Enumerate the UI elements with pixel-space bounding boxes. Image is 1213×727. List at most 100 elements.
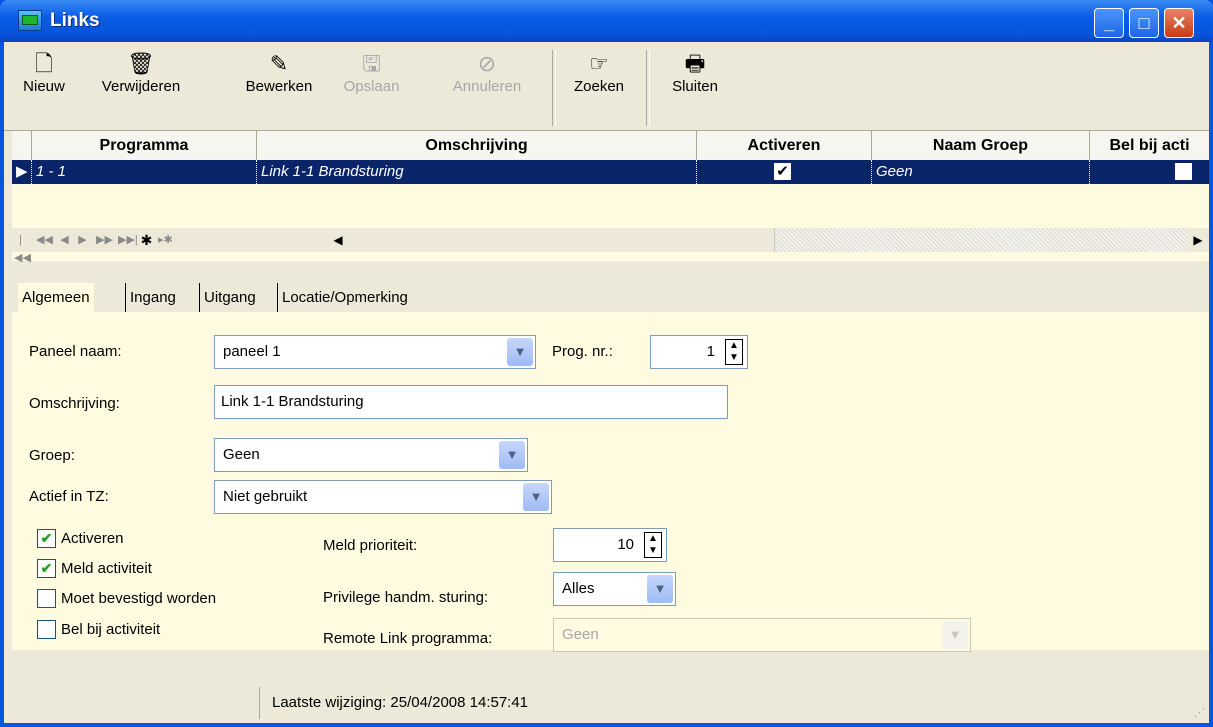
cancel-button-label: Annuleren: [452, 78, 522, 95]
bevestigd-label: Moet bevestigd worden: [61, 590, 217, 607]
navigation-bar: |◀◀ ◀◀ ◀ ▶ ▶▶ ▶▶| ✱ ▸✱ ◀ ▶: [12, 228, 1209, 264]
omschrijving-value: Link 1-1 Brandsturing: [221, 393, 364, 410]
column-header[interactable]: Naam Groep: [872, 131, 1090, 160]
cancel-button[interactable]: ⊘ Annuleren: [442, 50, 532, 95]
privilege-value: Alles: [562, 580, 595, 597]
maximize-icon: □: [1138, 13, 1150, 33]
privilege-combo[interactable]: Alles ▼: [553, 572, 676, 606]
search-button-label: Zoeken: [573, 78, 625, 95]
resize-grip-icon[interactable]: ⋰: [1194, 706, 1205, 719]
spin-arrows-icon[interactable]: ▲ ▼: [725, 339, 743, 365]
chevron-down-icon[interactable]: ▼: [647, 575, 673, 603]
window-title: Links: [50, 10, 100, 31]
links-grid: Programma Omschrijving Activeren Naam Gr…: [12, 131, 1209, 264]
last-record-icon[interactable]: ▶▶|: [118, 231, 138, 249]
paneel-naam-label: Paneel naam:: [29, 343, 122, 360]
scroll-left-icon[interactable]: ◀: [327, 228, 349, 252]
save-button-label: Opslaan: [343, 78, 400, 95]
grid-header: Programma Omschrijving Activeren Naam Gr…: [12, 131, 1209, 161]
groep-combo[interactable]: Geen ▼: [214, 438, 528, 472]
tab-ingang[interactable]: Ingang: [125, 283, 180, 313]
activeren-label: Activeren: [61, 530, 124, 547]
new-record-icon[interactable]: ✱: [140, 231, 153, 249]
close-icon: ✕: [1171, 13, 1187, 33]
meld-prioriteit-stepper[interactable]: 10 ▲ ▼: [553, 528, 667, 562]
printer-icon: 🖶: [684, 51, 706, 76]
table-row[interactable]: ▶ 1 - 1 Link 1-1 Brandsturing ✔ Geen: [12, 160, 1209, 184]
next-record-icon[interactable]: ▶: [76, 231, 89, 249]
new-button[interactable]: 🗋 Nieuw: [14, 50, 74, 95]
paneel-naam-value: paneel 1: [223, 343, 281, 360]
maximize-button[interactable]: □: [1129, 8, 1159, 38]
scroll-right-icon[interactable]: ▶: [1187, 228, 1209, 252]
tab-algemeen[interactable]: Algemeen: [18, 283, 94, 313]
prev-record-icon[interactable]: ◀: [58, 231, 71, 249]
new-button-label: Nieuw: [23, 78, 65, 95]
checkbox-checked-icon[interactable]: ✔: [774, 163, 791, 180]
cell-naam-groep[interactable]: Geen: [872, 160, 1090, 184]
tab-uitgang[interactable]: Uitgang: [199, 283, 260, 313]
checkbox-unchecked-icon[interactable]: [1175, 163, 1192, 180]
minimize-icon: _: [1103, 13, 1114, 33]
meld-activiteit-label: Meld activiteit: [61, 560, 152, 577]
chevron-down-icon[interactable]: ▼: [507, 338, 533, 366]
checkmark-icon: ✔: [37, 559, 56, 578]
minimize-button[interactable]: _: [1094, 8, 1124, 38]
cell-activeren[interactable]: ✔: [697, 160, 872, 184]
close-form-button[interactable]: 🖶 Sluiten: [662, 50, 728, 95]
title-bar[interactable]: Links _ □ ✕: [0, 0, 1213, 42]
prog-nr-value: 1: [706, 343, 715, 360]
chevron-down-icon[interactable]: ▼: [523, 483, 549, 511]
save-button[interactable]: 🖫 Opslaan: [334, 50, 409, 95]
first-record-icon[interactable]: |◀◀: [14, 231, 31, 264]
prev-page-icon[interactable]: ◀◀: [36, 231, 53, 249]
actief-value: Niet gebruikt: [223, 488, 308, 505]
delete-button-label: Verwijderen: [101, 78, 181, 95]
toolbar-separator: [646, 50, 650, 126]
save-icon: 🖫: [362, 51, 381, 76]
omschrijving-field[interactable]: Link 1-1 Brandsturing: [214, 385, 728, 419]
status-bar: Laatste wijziging: 25/04/2008 14:57:41 ⋰: [12, 683, 1209, 721]
edit-icon: ✎: [269, 51, 289, 76]
spin-arrows-icon[interactable]: ▲ ▼: [644, 532, 662, 558]
app-icon: [18, 10, 42, 31]
algemeen-panel: Paneel naam: paneel 1 ▼ Prog. nr.: 1 ▲ ▼ …: [12, 313, 1209, 652]
meld-prioriteit-value: 10: [617, 536, 634, 553]
privilege-label: Privilege handm. sturing:: [323, 589, 489, 606]
remote-link-combo[interactable]: Geen ▼: [553, 618, 971, 652]
cell-bel[interactable]: [1090, 160, 1209, 184]
column-header[interactable]: Activeren: [697, 131, 872, 160]
close-form-button-label: Sluiten: [672, 78, 718, 95]
groep-label: Groep:: [29, 447, 75, 464]
row-indicator-header: [12, 131, 32, 160]
row-pointer-icon: ▶: [12, 160, 32, 184]
prog-nr-label: Prog. nr.:: [552, 343, 613, 360]
chevron-down-icon[interactable]: ▼: [942, 621, 968, 649]
meld-prioriteit-label: Meld prioriteit:: [323, 537, 418, 554]
next-page-icon[interactable]: ▶▶: [96, 231, 113, 249]
close-button[interactable]: ✕: [1164, 8, 1194, 38]
status-text: Laatste wijziging: 25/04/2008 14:57:41: [272, 694, 529, 711]
scroll-thumb[interactable]: [349, 228, 775, 252]
chevron-down-icon[interactable]: ▼: [499, 441, 525, 469]
delete-button[interactable]: 🗑 Verwijderen: [86, 50, 196, 95]
tab-locatie-opmerking[interactable]: Locatie/Opmerking: [277, 283, 412, 313]
cell-programma[interactable]: 1 - 1: [32, 160, 257, 184]
toolbar-separator: [552, 50, 556, 126]
search-button[interactable]: ☞ Zoeken: [566, 50, 632, 95]
column-header[interactable]: Bel bij acti: [1090, 131, 1209, 160]
toolbar: 🗋 Nieuw 🗑 Verwijderen ✎ Bewerken 🖫 Opsla…: [4, 42, 1209, 131]
column-header[interactable]: Programma: [32, 131, 257, 160]
checkbox-empty-icon: [37, 589, 56, 608]
actief-combo[interactable]: Niet gebruikt ▼: [214, 480, 552, 514]
cancel-icon: ⊘: [477, 51, 497, 76]
cell-omschrijving[interactable]: Link 1-1 Brandsturing: [257, 160, 697, 184]
edit-button[interactable]: ✎ Bewerken: [234, 50, 324, 95]
paneel-naam-combo[interactable]: paneel 1 ▼: [214, 335, 536, 369]
client-area: 🗋 Nieuw 🗑 Verwijderen ✎ Bewerken 🖫 Opsla…: [4, 42, 1209, 723]
prog-nr-stepper[interactable]: 1 ▲ ▼: [650, 335, 748, 369]
horizontal-scrollbar[interactable]: ◀ ▶: [327, 228, 1209, 252]
column-header[interactable]: Omschrijving: [257, 131, 697, 160]
append-record-icon[interactable]: ▸✱: [158, 231, 173, 249]
new-document-icon: 🗋: [35, 51, 53, 76]
